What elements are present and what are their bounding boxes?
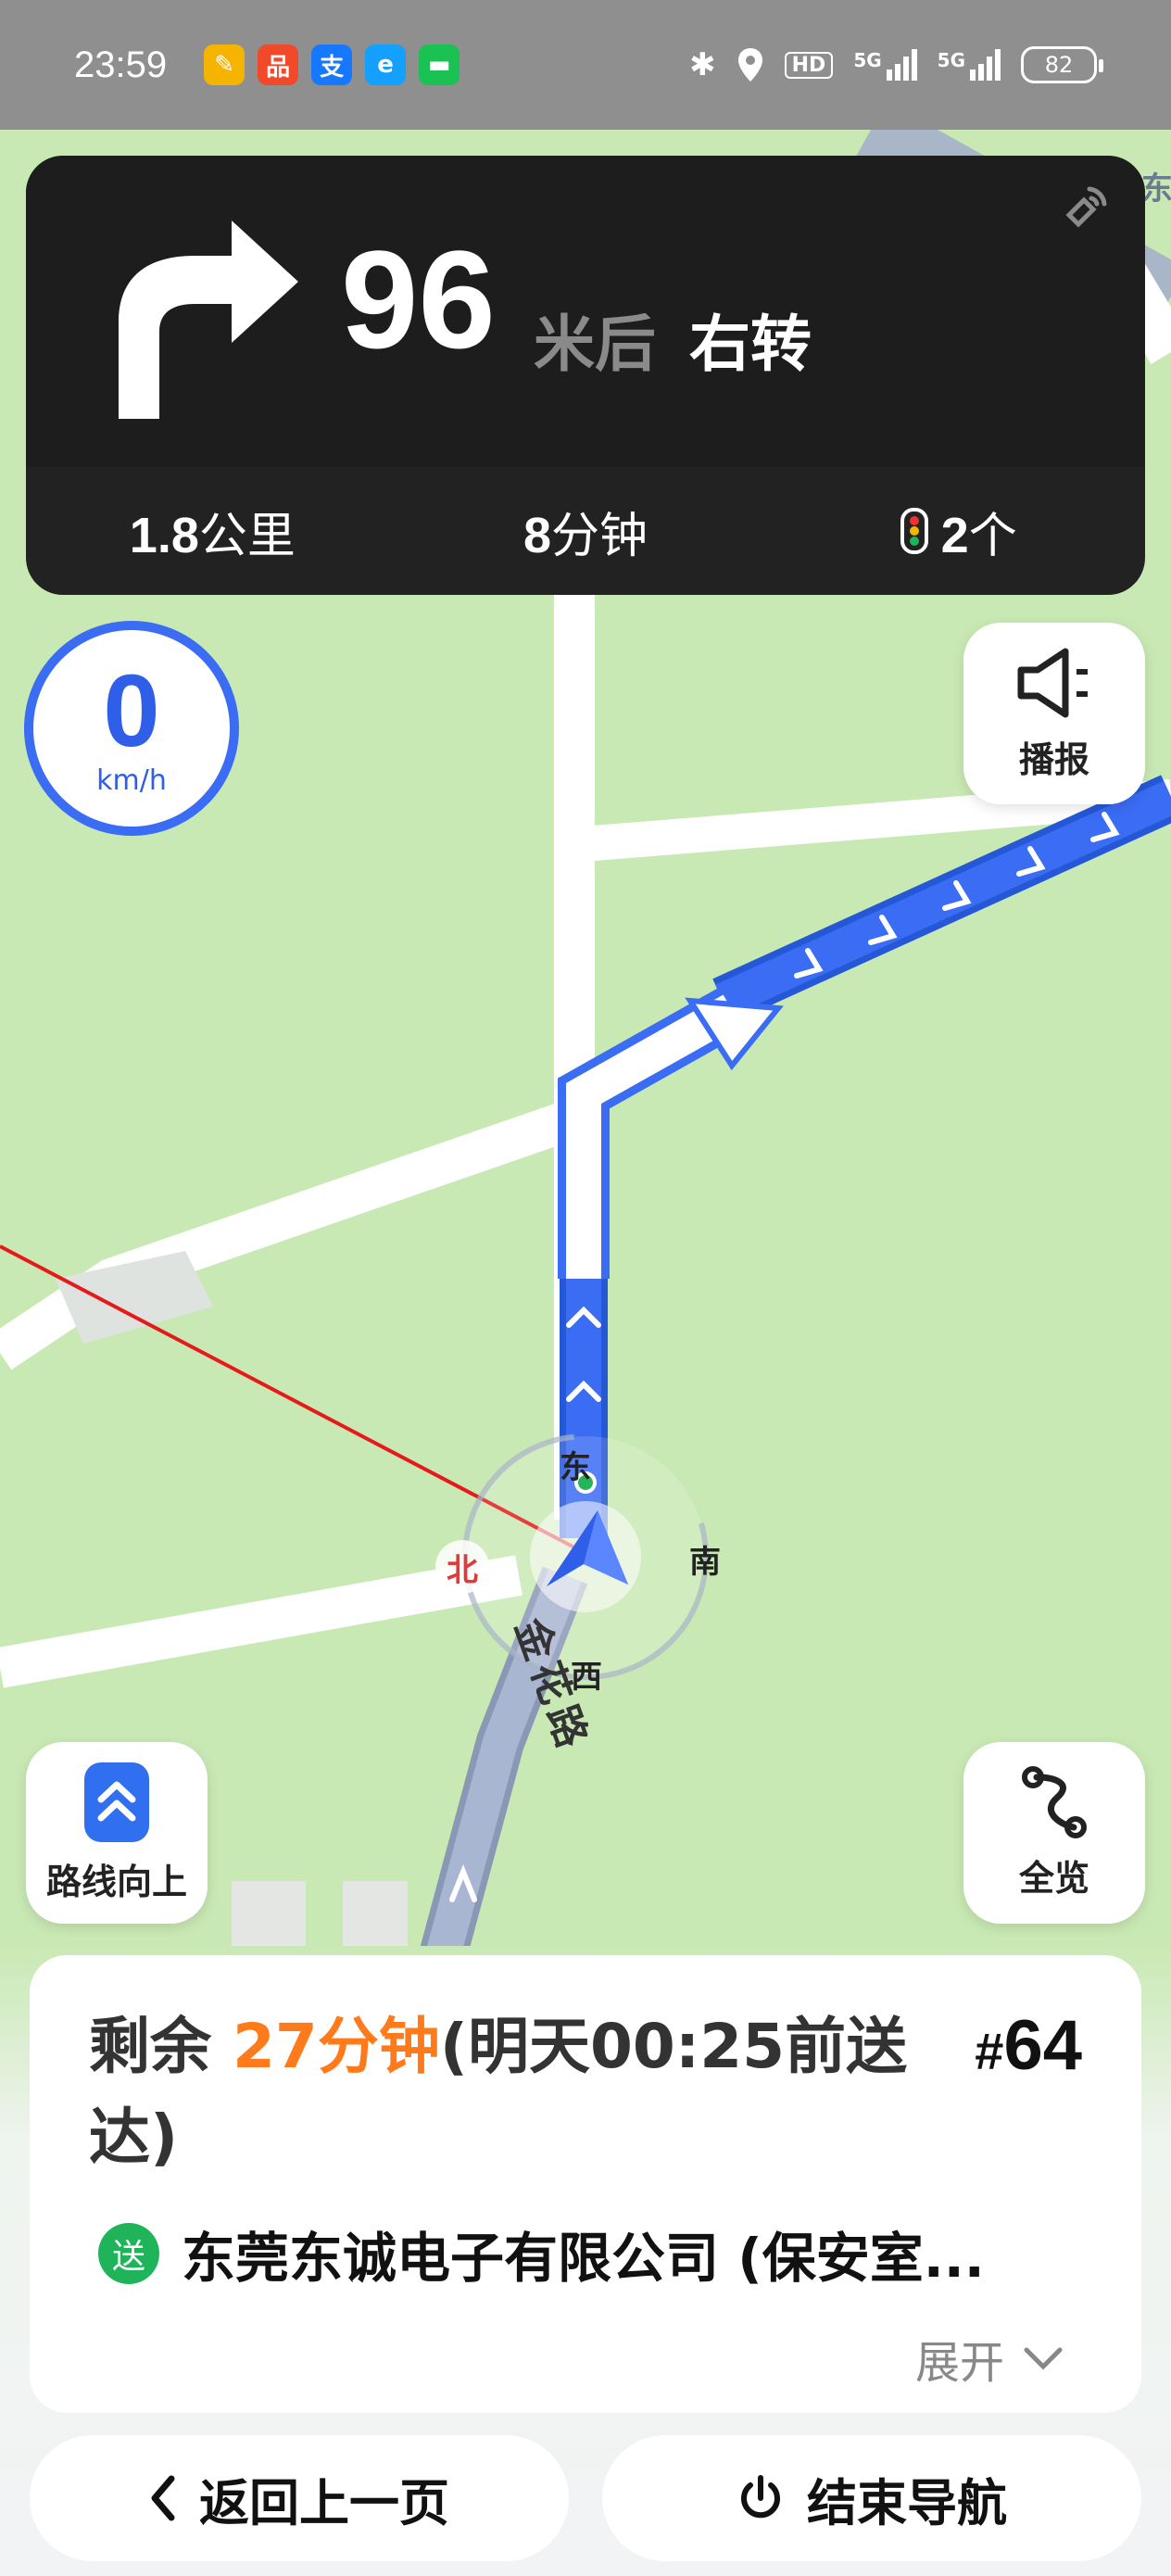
chevron-down-icon xyxy=(1024,2347,1063,2370)
remaining-time: 8 分钟 xyxy=(399,497,773,566)
order-number: #64 xyxy=(975,2005,1082,2086)
route-up-button[interactable]: 路线向上 xyxy=(26,1742,208,1924)
traffic-lights-count: 2 个 xyxy=(772,497,1145,566)
end-navigation-button[interactable]: 结束导航 xyxy=(602,2435,1141,2561)
app-notification-icon: 品 xyxy=(258,44,299,85)
battery-level: 82 xyxy=(1044,52,1074,78)
voice-broadcast-button[interactable]: 播报 xyxy=(963,623,1145,804)
app-notification-icon: ✎ xyxy=(204,44,246,85)
route-overview-icon xyxy=(1022,1765,1087,1838)
route-up-label: 路线向上 xyxy=(45,1861,187,1902)
speed-value: 0 xyxy=(103,653,160,768)
status-bar: 23:59 ✎ 品 支 e ▬ ✱ HD 5G 5G 82 xyxy=(0,0,1171,130)
back-button-label: 返回上一页 xyxy=(199,2473,449,2532)
hd-voice-badge: HD xyxy=(784,51,834,79)
delivery-badge: 送 xyxy=(98,2223,159,2284)
signal-icon: 5G xyxy=(853,49,917,81)
speed-unit: km/h xyxy=(96,764,167,797)
status-indicators: ✱ HD 5G 5G 82 xyxy=(689,46,1103,83)
compass-south-label: 南 xyxy=(689,1544,721,1581)
traffic-lights-value: 2 xyxy=(940,507,969,563)
compass-north-label: 北 xyxy=(435,1540,489,1594)
message-app-icon: ▬ xyxy=(419,44,460,85)
bluetooth-icon: ✱ xyxy=(689,46,716,83)
turn-right-icon xyxy=(119,221,298,419)
remaining-distance-unit: 公里 xyxy=(198,508,296,564)
remaining-distance: 1.8 公里 xyxy=(26,497,399,566)
end-navigation-label: 结束导航 xyxy=(807,2473,1007,2532)
trip-summary: 1.8 公里 8 分钟 2 个 xyxy=(26,467,1145,595)
power-icon xyxy=(737,2474,785,2522)
signal-type-label: 5G xyxy=(853,49,882,71)
overview-button[interactable]: 全览 xyxy=(963,1742,1145,1924)
back-button[interactable]: 返回上一页 xyxy=(30,2435,569,2561)
app-notification-icon: e xyxy=(365,44,407,85)
overview-label: 全览 xyxy=(1018,1857,1089,1899)
battery-icon: 82 xyxy=(1021,46,1103,83)
eta-text: 剩余 27分钟(明天00:25前送达) xyxy=(89,2001,923,2183)
status-app-icons: ✎ 品 支 e ▬ xyxy=(204,44,460,85)
signal-type-label: 5G xyxy=(937,49,965,71)
map-road-label: 东 xyxy=(1141,170,1171,208)
voice-broadcast-label: 播报 xyxy=(1018,739,1089,780)
destination-row[interactable]: 送 东莞东诚电子有限公司 (保安室... xyxy=(98,2215,985,2292)
expand-label: 展开 xyxy=(914,2337,1004,2389)
expand-button[interactable]: 展开 xyxy=(915,2326,1064,2391)
maneuver-action: 右转 xyxy=(689,309,812,380)
maneuver-distance-unit: 米后 xyxy=(534,309,656,380)
signal-icon: 5G xyxy=(938,49,1001,81)
turn-instruction-panel: 96 米后 右转 xyxy=(26,156,1145,467)
speedometer: 0 km/h xyxy=(24,621,239,836)
eta-remaining-time: 27分钟 xyxy=(232,2011,440,2082)
remaining-time-value: 8 xyxy=(523,507,552,563)
chevron-left-icon xyxy=(149,2475,177,2521)
compass-east-label: 东 xyxy=(560,1449,591,1486)
gps-signal-icon[interactable] xyxy=(1056,178,1115,237)
remaining-time-unit: 分钟 xyxy=(551,508,648,564)
eta-prefix: 剩余 xyxy=(89,2011,233,2082)
alipay-icon: 支 xyxy=(311,44,353,85)
traffic-light-icon xyxy=(900,508,928,554)
speaker-icon xyxy=(1017,648,1088,717)
delivery-info-sheet[interactable]: 剩余 27分钟(明天00:25前送达) #64 送 东莞东诚电子有限公司 (保安… xyxy=(30,1955,1141,2413)
traffic-lights-unit: 个 xyxy=(968,508,1017,564)
order-hash: # xyxy=(975,2022,1004,2080)
status-time: 23:59 xyxy=(74,44,168,85)
destination-name: 东莞东诚电子有限公司 (保安室... xyxy=(182,2227,985,2290)
route-up-icon xyxy=(84,1762,149,1842)
navigation-instruction-card: 96 米后 右转 1.8 公里 8 分钟 2 个 xyxy=(26,156,1145,595)
location-icon xyxy=(737,48,762,82)
order-number-value: 64 xyxy=(1003,2006,1082,2085)
maneuver-distance: 96 xyxy=(341,221,496,377)
remaining-distance-value: 1.8 xyxy=(129,507,199,563)
